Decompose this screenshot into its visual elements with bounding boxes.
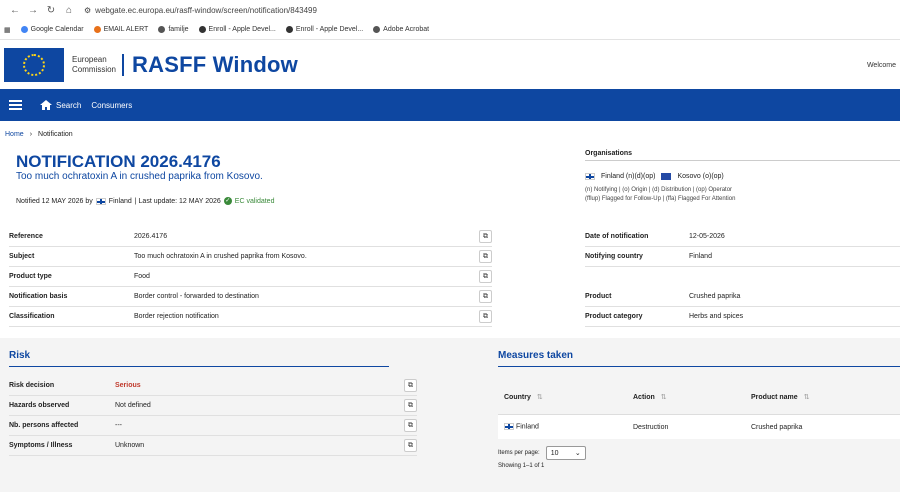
copy-icon[interactable]: ⧉ — [404, 399, 417, 412]
site-header: European Commission RASFF Window Welcome — [0, 40, 900, 89]
copy-icon[interactable]: ⧉ — [404, 419, 417, 432]
detail-row: Classification Border rejection notifica… — [9, 307, 492, 327]
browser-toolbar: ← → ↻ ⌂ ⚙ webgate.ec.europa.eu/rasff-win… — [0, 0, 900, 20]
risk-row: Symptoms / Illness Unknown ⧉ — [9, 436, 417, 456]
risk-title: Risk — [9, 350, 31, 361]
copy-icon[interactable]: ⧉ — [479, 230, 492, 243]
breadcrumb: Home › Notification — [0, 121, 900, 147]
bookmark-google-calendar[interactable]: Google Calendar — [20, 26, 84, 33]
chevron-right-icon: › — [29, 130, 33, 138]
detail-row: Reference 2026.4176 ⧉ — [9, 227, 492, 247]
pagination: Items per page: 10 ⌄ — [498, 446, 586, 460]
column-header-product-name[interactable]: Product name ⇅ — [751, 393, 900, 401]
home-browser-icon[interactable]: ⌂ — [60, 5, 78, 16]
sort-icon[interactable]: ⇅ — [804, 394, 810, 401]
main-menu: Search Consumers — [0, 89, 900, 121]
risk-row: Hazards observed Not defined ⧉ — [9, 396, 417, 416]
bookmarks-bar: ▦ Google Calendar EMAIL ALERT familje En… — [0, 20, 900, 40]
menu-consumers[interactable]: Consumers — [91, 101, 132, 110]
forward-icon[interactable]: → — [24, 5, 42, 16]
finland-flag-icon — [585, 173, 595, 180]
site-info-icon[interactable]: ⚙ — [84, 6, 91, 15]
column-header-action[interactable]: Action ⇅ — [633, 393, 751, 401]
address-bar[interactable]: ⚙ webgate.ec.europa.eu/rasff-window/scre… — [84, 6, 317, 15]
bookmark-enroll-apple-2[interactable]: Enroll - Apple Devel... — [285, 26, 363, 33]
measures-divider — [498, 366, 900, 367]
check-circle-icon: ✓ — [223, 197, 232, 205]
table-header: Country ⇅ Action ⇅ Product name ⇅ — [498, 380, 900, 415]
home-icon — [40, 100, 52, 110]
copy-icon[interactable]: ⧉ — [479, 270, 492, 283]
reload-icon[interactable]: ↻ — [42, 5, 60, 16]
apple-icon — [285, 26, 293, 33]
bookmark-enroll-apple-1[interactable]: Enroll - Apple Devel... — [198, 26, 276, 33]
notification-details: Reference 2026.4176 ⧉ Subject Too much o… — [0, 227, 900, 327]
chevron-down-icon: ⌄ — [574, 450, 581, 457]
email-alert-icon — [93, 26, 101, 33]
notification-subtitle: Too much ochratoxin A in crushed paprika… — [16, 171, 263, 182]
detail-row: Product category Herbs and spices — [585, 307, 900, 327]
google-icon — [20, 26, 28, 33]
bookmark-email-alert[interactable]: EMAIL ALERT — [93, 26, 148, 33]
ec-logo-text: European Commission — [72, 54, 117, 74]
detail-row: Product Crushed paprika — [585, 287, 900, 307]
finland-flag-icon — [95, 197, 106, 205]
welcome-text: Welcome — [866, 62, 896, 69]
detail-row: Product type Food ⧉ — [9, 267, 492, 287]
bookmark-adobe-acrobat[interactable]: Adobe Acrobat — [373, 26, 429, 33]
items-per-page-select[interactable]: 10 ⌄ — [545, 446, 586, 460]
measures-table: Country ⇅ Action ⇅ Product name ⇅ Finland D… — [498, 380, 900, 439]
detail-row: Notification basis Border control - forw… — [9, 287, 492, 307]
app-title[interactable]: RASFF Window — [132, 52, 298, 78]
finland-flag-icon — [504, 423, 514, 431]
apple-icon — [198, 26, 206, 33]
copy-icon[interactable]: ⧉ — [479, 290, 492, 303]
notification-title: NOTIFICATION 2026.4176 — [16, 152, 221, 171]
notification-header: NOTIFICATION 2026.4176 Too much ochratox… — [0, 147, 900, 227]
risk-row: Nb. persons affected --- ⧉ — [9, 416, 417, 436]
european-commission-logo[interactable] — [4, 47, 64, 82]
copy-icon[interactable]: ⧉ — [479, 250, 492, 263]
detail-row: Subject Too much ochratoxin A in crushed… — [9, 247, 492, 267]
measure-product: Crushed paprika — [751, 423, 803, 431]
validated-status: EC validated — [234, 197, 275, 205]
breadcrumb-current: Notification — [38, 130, 73, 138]
bookmark-familje[interactable]: familje — [158, 26, 189, 33]
kosovo-flag-icon — [661, 173, 672, 180]
hamburger-menu-icon[interactable] — [0, 100, 30, 110]
copy-icon[interactable]: ⧉ — [404, 439, 417, 452]
organisations-list: Finland (n)(d)(op) Kosovo (o)(op) — [585, 173, 900, 180]
breadcrumb-home[interactable]: Home — [5, 131, 24, 138]
org-kosovo: Kosovo (o)(op) — [677, 173, 724, 180]
measure-action: Destruction — [633, 423, 669, 431]
notification-meta: Notified 12 MAY 2026 by Finland | Last u… — [16, 197, 275, 205]
organisations-panel: Organisations Finland (n)(d)(op) Kosovo … — [585, 150, 900, 204]
risk-divider — [9, 366, 389, 367]
items-per-page-label: Items per page: — [498, 450, 540, 456]
globe-icon — [373, 26, 381, 33]
detail-row: Date of notification 12-05-2026 — [585, 227, 900, 247]
header-divider — [122, 53, 125, 76]
sort-icon[interactable]: ⇅ — [537, 394, 543, 401]
measures-title: Measures taken — [498, 350, 574, 361]
globe-icon — [158, 26, 166, 33]
back-icon[interactable]: ← — [6, 5, 24, 16]
risk-row: Risk decision Serious ⧉ — [9, 376, 417, 396]
organisations-legend: (n) Notifying | (o) Origin | (d) Distrib… — [585, 187, 736, 202]
sort-icon[interactable]: ⇅ — [661, 394, 667, 401]
copy-icon[interactable]: ⧉ — [404, 379, 417, 392]
eu-stars-icon — [23, 53, 45, 76]
detail-row: Notifying country Finland — [585, 247, 900, 267]
risk-decision-value: Serious — [115, 382, 141, 389]
menu-search[interactable]: Search — [40, 100, 81, 110]
measure-country: Finland — [498, 423, 633, 431]
table-row[interactable]: Finland Destruction Crushed paprika — [498, 415, 900, 439]
url-text: webgate.ec.europa.eu/rasff-window/screen… — [95, 5, 317, 15]
org-finland: Finland (n)(d)(op) — [601, 173, 656, 180]
column-header-country[interactable]: Country ⇅ — [498, 393, 633, 401]
apps-grid-icon[interactable]: ▦ — [4, 26, 11, 34]
showing-count: Showing 1–1 of 1 — [498, 463, 545, 469]
organisations-title: Organisations — [585, 150, 900, 161]
copy-icon[interactable]: ⧉ — [479, 310, 492, 323]
